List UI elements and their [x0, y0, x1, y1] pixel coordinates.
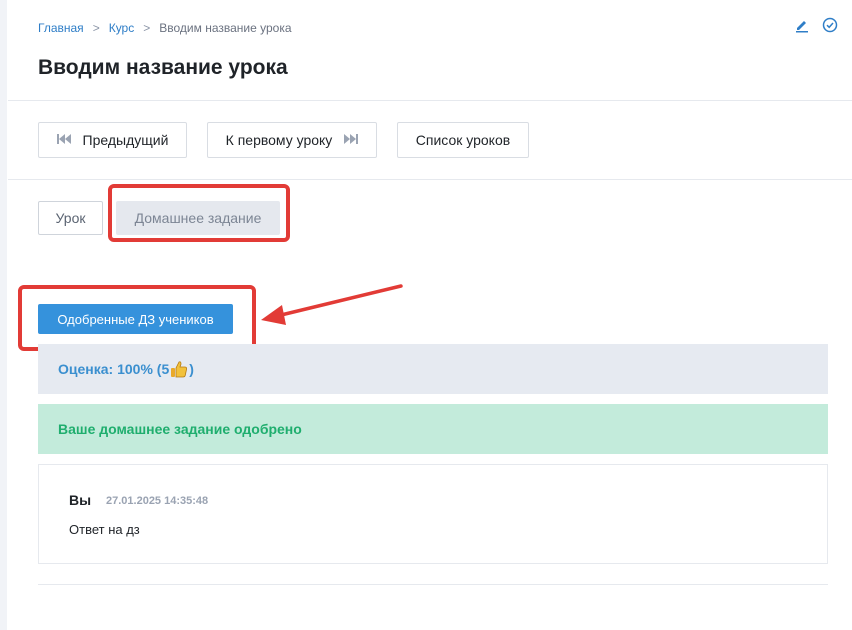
breadcrumb-course-link[interactable]: Курс	[109, 21, 135, 35]
previous-lesson-button[interactable]: Предыдущий	[38, 122, 187, 158]
left-rail	[0, 0, 7, 630]
pencil-icon[interactable]	[794, 17, 810, 33]
page-title: Вводим название урока	[38, 56, 288, 79]
breadcrumb-current: Вводим название урока	[159, 21, 292, 35]
answer-text: Ответ на дз	[69, 522, 140, 537]
approval-status-banner: Ваше домашнее задание одобрено	[38, 404, 828, 454]
skip-forward-icon	[344, 133, 359, 147]
divider	[8, 179, 852, 180]
breadcrumb: Главная > Курс > Вводим название урока	[38, 21, 292, 35]
answer-card: Вы 27.01.2025 14:35:48 Ответ на дз	[38, 464, 828, 564]
breadcrumb-separator: >	[143, 21, 151, 35]
first-lesson-button[interactable]: К первому уроку	[207, 122, 377, 158]
first-lesson-label: К первому уроку	[225, 132, 333, 148]
previous-lesson-label: Предыдущий	[82, 132, 169, 148]
answer-timestamp: 27.01.2025 14:35:48	[106, 495, 209, 507]
divider	[8, 100, 852, 101]
check-circle-icon[interactable]	[822, 17, 838, 33]
annotation-highlight-homework-tab	[108, 184, 290, 242]
grade-label: Оценка: 100% (5	[58, 361, 170, 377]
thumbs-up-icon	[170, 360, 188, 378]
annotation-arrow	[261, 284, 403, 325]
skip-back-icon	[56, 133, 71, 147]
breadcrumb-home-link[interactable]: Главная	[38, 21, 84, 35]
approval-status-text: Ваше домашнее задание одобрено	[58, 421, 302, 437]
annotation-highlight-approved-button	[18, 285, 256, 351]
grade-panel: Оценка: 100% (5 )	[38, 344, 828, 394]
grade-suffix: )	[189, 361, 194, 377]
breadcrumb-separator: >	[92, 21, 100, 35]
top-icons	[794, 17, 838, 33]
divider	[38, 584, 828, 585]
lesson-list-label: Список уроков	[415, 132, 511, 148]
lesson-list-button[interactable]: Список уроков	[397, 122, 529, 158]
answer-author: Вы	[69, 492, 92, 508]
tab-lesson[interactable]: Урок	[38, 201, 103, 235]
